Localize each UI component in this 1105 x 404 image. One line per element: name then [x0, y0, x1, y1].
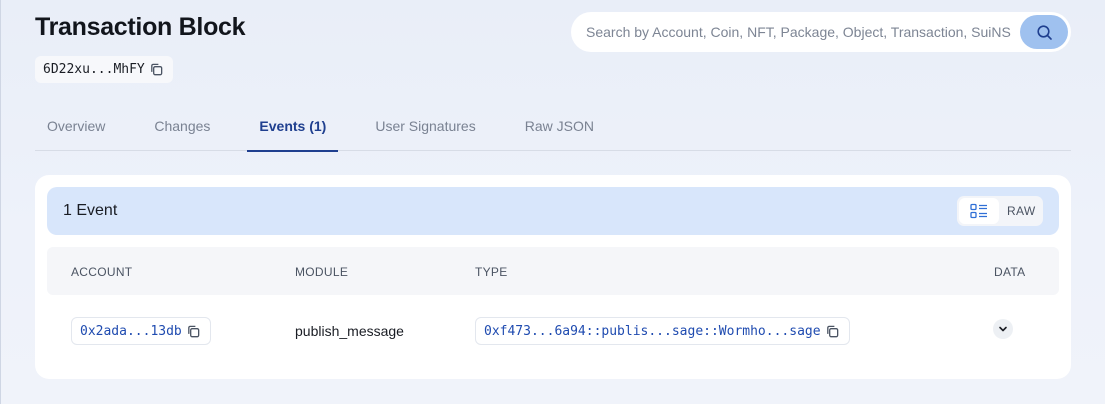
global-search	[571, 12, 1071, 52]
type-link[interactable]: 0xf473...6a94::publis...sage::Wormho...s…	[484, 324, 821, 339]
search-button[interactable]	[1020, 15, 1068, 49]
search-icon	[1036, 24, 1053, 41]
module-name: publish_message	[295, 323, 404, 339]
tab-raw-json[interactable]: Raw JSON	[513, 107, 606, 151]
events-count: 1 Event	[63, 202, 118, 219]
column-type: TYPE	[475, 265, 508, 279]
column-account: ACCOUNT	[71, 265, 133, 279]
raw-view-button[interactable]: RAW	[1007, 204, 1035, 218]
expand-data-button[interactable]	[993, 319, 1013, 339]
column-data: DATA	[994, 265, 1026, 279]
search-input[interactable]	[586, 24, 1018, 40]
copy-icon[interactable]	[186, 323, 202, 339]
type-chip: 0xf473...6a94::publis...sage::Wormho...s…	[475, 317, 850, 345]
tab-changes[interactable]: Changes	[142, 107, 222, 151]
copy-icon[interactable]	[825, 323, 841, 339]
digest-text: 6D22xu...MhFY	[43, 62, 145, 77]
table-row: 0x2ada...13db publish_message 0xf473...6…	[47, 299, 1059, 363]
account-chip: 0x2ada...13db	[71, 317, 211, 345]
copy-icon[interactable]	[149, 62, 165, 78]
events-table-header: ACCOUNT MODULE TYPE DATA	[47, 247, 1059, 295]
view-toggle: RAW	[957, 196, 1043, 226]
chevron-down-icon	[998, 324, 1008, 334]
tab-user-signatures[interactable]: User Signatures	[363, 107, 487, 151]
tab-overview[interactable]: Overview	[35, 107, 117, 151]
transaction-digest: 6D22xu...MhFY	[35, 56, 173, 83]
list-view-icon	[970, 203, 988, 219]
column-module: MODULE	[295, 265, 349, 279]
tab-events[interactable]: Events (1)	[247, 107, 339, 152]
page-title: Transaction Block	[35, 13, 246, 41]
events-card: 1 Event RAW ACCOUNT MODULE TYPE DATA 0x2…	[35, 175, 1071, 379]
tab-bar: Overview Changes Events (1) User Signatu…	[35, 107, 1071, 152]
events-header: 1 Event RAW	[47, 187, 1059, 235]
account-link[interactable]: 0x2ada...13db	[80, 324, 182, 339]
list-view-button[interactable]	[959, 198, 999, 224]
